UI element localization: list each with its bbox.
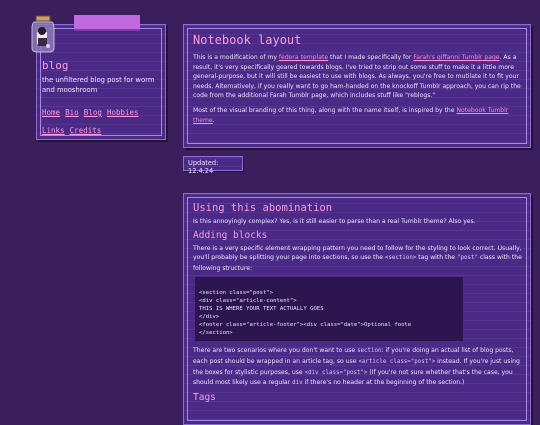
farah-tumblr-link[interactable]: Farah's giffanni Tumblr page: [413, 54, 499, 61]
code-line: <footer class="article-footer"><div clas…: [199, 322, 412, 329]
blog-title: blog: [42, 59, 69, 72]
nav-link-bio[interactable]: Bio: [65, 108, 79, 117]
post-paragraph: There is a very specific element wrappin…: [193, 244, 522, 274]
fedora-template-link[interactable]: fedora template: [279, 54, 328, 61]
text: Most of the visual branding of this thin…: [193, 106, 457, 114]
nav-link-hobbies[interactable]: Hobbies: [107, 108, 139, 117]
text: There are two scenarios where you don't …: [193, 347, 358, 355]
text: that I made specifically for: [328, 54, 414, 61]
inline-code: <article class="post">: [358, 358, 436, 365]
post-paragraph: This is a modification of my fedora temp…: [193, 53, 522, 101]
jar-avatar-icon: [31, 15, 55, 53]
code-line: THIS IS WHERE YOUR TEXT ACTUALLY GOES: [199, 306, 324, 313]
sidebar-tab-decoration: [74, 15, 140, 31]
section-heading-tags: Tags: [193, 391, 216, 403]
post-paragraph: There are two scenarios where you don't …: [193, 346, 522, 388]
inline-code: <div class="post">: [304, 369, 368, 376]
code-block: <section class="post"> <div class="articl…: [195, 277, 463, 342]
code-line: <div class="article-content">: [199, 298, 297, 305]
updated-text: Updated: 12.4.24: [188, 159, 219, 175]
text: .: [212, 116, 215, 124]
nav-link-links[interactable]: Links: [42, 126, 65, 135]
page: { "sidebar": { "blog_title": "blog", "de…: [0, 0, 540, 425]
text: This is a modification of my: [193, 54, 279, 61]
post-paragraph: Most of the visual branding of this thin…: [193, 106, 522, 125]
nav-link-blog[interactable]: Blog: [84, 108, 102, 117]
post-title: Notebook layout: [193, 33, 302, 47]
post-intro: Is this annoyingly complex? Yes, is it s…: [193, 218, 476, 225]
blog-description: the unfiltered blog post for worm and mo…: [42, 76, 155, 94]
sidebar-nav: Home Bio Blog Hobbies Links Credits: [42, 102, 162, 138]
nav-link-home[interactable]: Home: [42, 108, 60, 117]
nav-link-credits[interactable]: Credits: [70, 126, 102, 135]
inline-code: <section>: [384, 255, 417, 262]
inline-code: div: [292, 380, 303, 387]
section-heading-adding-blocks: Adding blocks: [193, 229, 268, 241]
post-using-abomination: Using this abomination Is this annoyingl…: [183, 193, 531, 425]
post-notebook-layout: Notebook layout This is a modification o…: [183, 24, 531, 148]
text: if there's no header at the beginning of…: [302, 379, 465, 387]
updated-badge: Updated: 12.4.24: [183, 156, 243, 175]
code-line: </section>: [199, 330, 233, 337]
post-title: Using this abomination: [193, 202, 333, 214]
code-line: <section class="post">: [199, 290, 274, 297]
code-line: </div>: [199, 314, 220, 321]
inline-code: section: [357, 348, 382, 355]
text: tag with the: [416, 254, 457, 262]
inline-code: "post": [457, 255, 478, 262]
avatar: [28, 14, 60, 54]
